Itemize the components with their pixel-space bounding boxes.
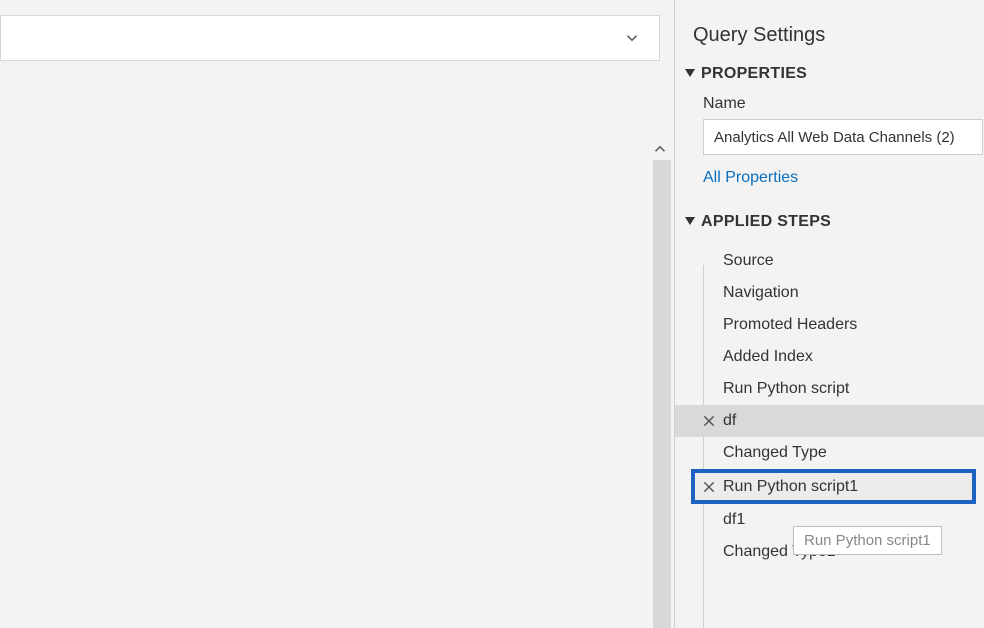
step-source[interactable]: Source xyxy=(675,245,984,277)
properties-section-title: PROPERTIES xyxy=(701,65,807,83)
step-label: df xyxy=(723,412,736,430)
properties-section-header[interactable]: PROPERTIES xyxy=(675,65,984,91)
applied-steps-section-header[interactable]: APPLIED STEPS xyxy=(675,213,984,239)
step-label: df1 xyxy=(723,511,745,529)
main-content-pane xyxy=(0,0,674,628)
step-label: Navigation xyxy=(723,284,799,302)
step-label: Run Python script xyxy=(723,380,849,398)
collapse-caret-icon xyxy=(685,217,695,227)
formula-dropdown[interactable] xyxy=(0,15,660,61)
query-settings-panel: Query Settings PROPERTIES Name All Prope… xyxy=(674,0,984,628)
panel-title: Query Settings xyxy=(675,24,984,65)
step-label: Promoted Headers xyxy=(723,316,857,334)
step-df[interactable]: df xyxy=(675,405,984,437)
delete-step-icon[interactable] xyxy=(701,413,717,429)
scrollbar-track[interactable] xyxy=(653,160,671,628)
step-navigation[interactable]: Navigation xyxy=(675,277,984,309)
collapse-caret-icon xyxy=(685,69,695,79)
step-promoted-headers[interactable]: Promoted Headers xyxy=(675,309,984,341)
query-name-input[interactable] xyxy=(703,119,983,155)
chevron-down-icon xyxy=(623,29,641,47)
step-label: Source xyxy=(723,252,774,270)
step-tooltip: Run Python script1 xyxy=(793,526,942,555)
name-field-label: Name xyxy=(675,91,984,119)
step-run-python-script[interactable]: Run Python script xyxy=(675,373,984,405)
applied-steps-section-title: APPLIED STEPS xyxy=(701,213,831,231)
applied-steps-list: Source Navigation Promoted Headers Added… xyxy=(675,239,984,568)
delete-step-icon[interactable] xyxy=(701,479,717,495)
step-added-index[interactable]: Added Index xyxy=(675,341,984,373)
step-changed-type[interactable]: Changed Type xyxy=(675,437,984,469)
step-run-python-script1[interactable]: Run Python script1 xyxy=(691,469,976,504)
step-label: Added Index xyxy=(723,348,813,366)
step-label: Run Python script1 xyxy=(723,478,858,496)
all-properties-link[interactable]: All Properties xyxy=(675,169,984,213)
step-label: Changed Type xyxy=(723,444,827,462)
scroll-up-icon[interactable] xyxy=(651,140,669,158)
